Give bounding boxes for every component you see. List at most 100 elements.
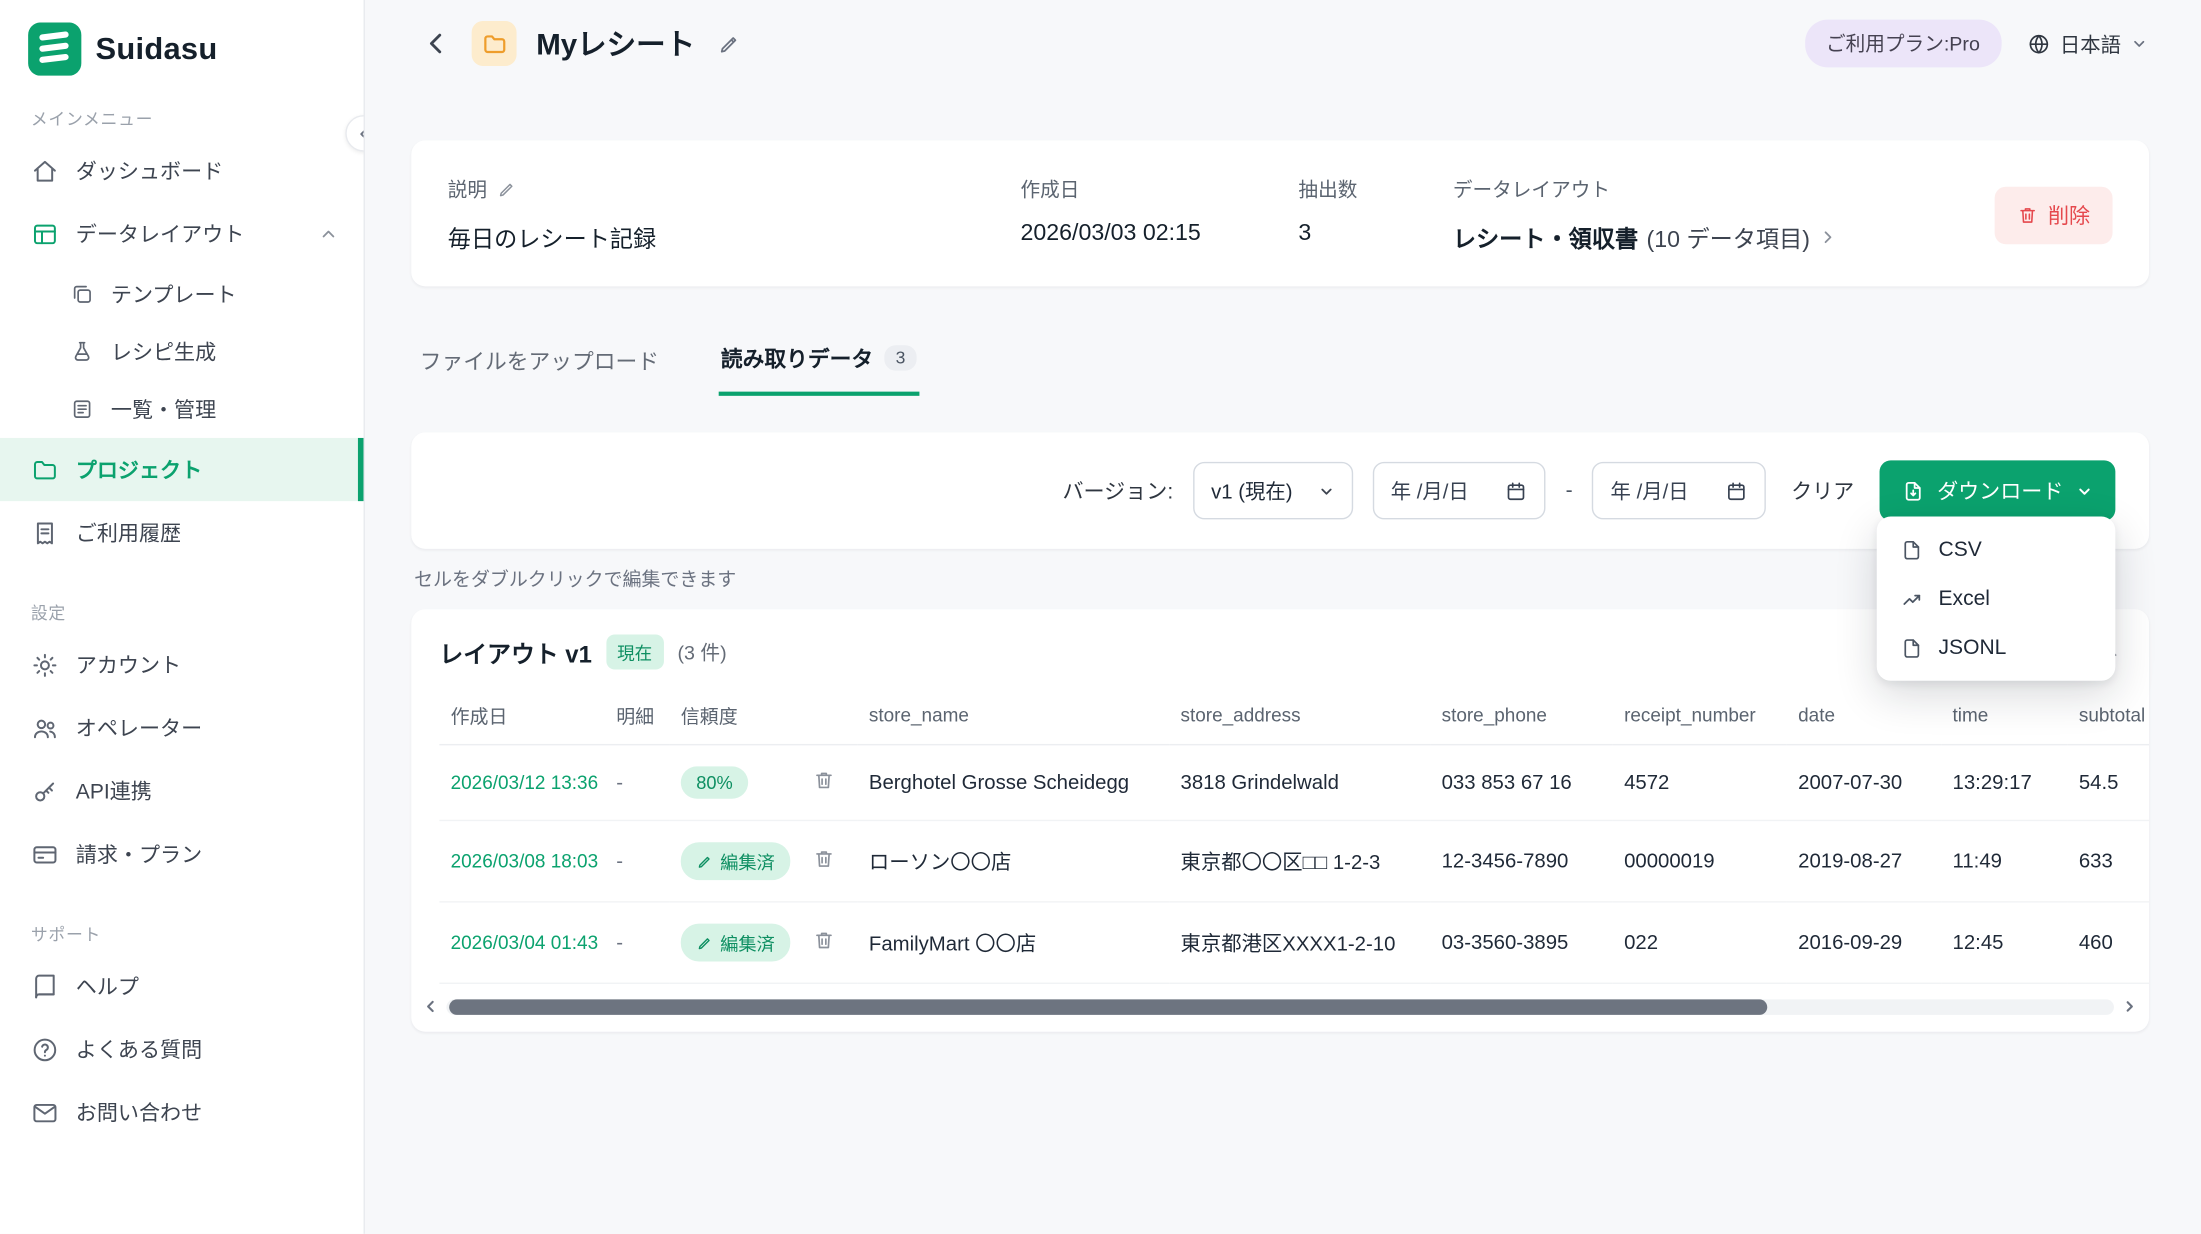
date-from-placeholder: 年 /月/日 <box>1391 476 1469 505</box>
sidebar-item-template[interactable]: テンプレート <box>0 265 364 323</box>
cell-store-phone[interactable]: 12-3456-7890 <box>1430 820 1612 901</box>
sidebar-item-account[interactable]: アカウント <box>0 633 364 696</box>
download-menu-item-jsonl[interactable]: JSONL <box>1885 623 2107 672</box>
sidebar-item-data-layout[interactable]: データレイアウト <box>0 202 364 265</box>
col-actions <box>802 688 858 745</box>
sidebar-item-label: ダッシュボード <box>76 156 223 185</box>
layout-link[interactable]: レシート・領収書 (10 データ項目) <box>1453 220 1995 254</box>
file-icon <box>1901 637 1923 659</box>
scroll-right-icon[interactable] <box>2121 998 2138 1015</box>
edited-badge: 編集済 <box>681 924 791 962</box>
trash-icon[interactable] <box>813 769 835 791</box>
cell-subtotal[interactable]: 460 <box>2068 902 2149 983</box>
description-label: 説明 <box>448 175 487 203</box>
cell-time[interactable]: 11:49 <box>1941 820 2067 901</box>
sidebar-item-dashboard[interactable]: ダッシュボード <box>0 139 364 202</box>
cell-store-phone[interactable]: 033 853 67 16 <box>1430 745 1612 821</box>
cell-time[interactable]: 13:29:17 <box>1941 745 2067 821</box>
cell-created[interactable]: 2026/03/08 18:03 <box>439 820 605 901</box>
date-from-input[interactable]: 年 /月/日 <box>1373 462 1546 520</box>
plan-badge: ご利用プラン:Pro <box>1805 20 2001 68</box>
chevron-down-icon <box>2131 35 2148 52</box>
cell-detail[interactable]: - <box>605 745 670 821</box>
globe-icon <box>2026 32 2050 56</box>
download-menu-item-excel[interactable]: Excel <box>1885 574 2107 623</box>
sidebar-item-label: 一覧・管理 <box>111 394 216 423</box>
language-selector[interactable]: 日本語 <box>2026 29 2147 58</box>
edit-title-icon[interactable] <box>718 32 742 56</box>
sidebar-section-settings: 設定 <box>0 590 364 634</box>
layout-value: レシート・領収書 <box>1453 220 1638 254</box>
sidebar-item-label: オペレーター <box>76 713 202 742</box>
cell-actions <box>802 820 858 901</box>
language-label: 日本語 <box>2060 29 2121 58</box>
sidebar-item-help[interactable]: ヘルプ <box>0 955 364 1018</box>
clear-filter-button[interactable]: クリア <box>1785 467 1859 513</box>
cell-store-name[interactable]: FamilyMart 〇〇店 <box>858 902 1170 983</box>
cell-detail[interactable]: - <box>605 902 670 983</box>
account-icon <box>31 651 59 679</box>
back-button[interactable] <box>421 28 452 59</box>
cell-store-phone[interactable]: 03-3560-3895 <box>1430 902 1612 983</box>
cell-created[interactable]: 2026/03/12 13:36 <box>439 745 605 821</box>
download-button[interactable]: ダウンロード <box>1880 460 2116 520</box>
extract-count-label: 抽出数 <box>1298 175 1357 203</box>
cell-receipt-number[interactable]: 00000019 <box>1613 820 1787 901</box>
cell-time[interactable]: 12:45 <box>1941 902 2067 983</box>
project-info-card: 説明 毎日のレシート記録 作成日 2026/03/03 02:15 抽出数 3 <box>411 140 2149 286</box>
sidebar-item-recipe[interactable]: レシピ生成 <box>0 323 364 381</box>
download-label: ダウンロード <box>1937 476 2063 505</box>
sidebar: Suidasu メインメニュー ダッシュボード データレイアウト <box>0 0 365 1234</box>
scrollbar-thumb[interactable] <box>449 999 1766 1014</box>
calendar-icon <box>1505 479 1527 501</box>
brand[interactable]: Suidasu <box>0 0 364 95</box>
billing-icon <box>31 840 59 868</box>
cell-detail[interactable]: - <box>605 820 670 901</box>
confidence-label: 編集済 <box>720 929 775 956</box>
version-select[interactable]: v1 (現在) <box>1193 462 1353 520</box>
col-receipt-number: receipt_number <box>1613 688 1787 745</box>
cell-store-name[interactable]: ローソン〇〇店 <box>858 820 1170 901</box>
cell-created[interactable]: 2026/03/04 01:43 <box>439 902 605 983</box>
edited-badge: 編集済 <box>681 842 791 880</box>
edit-description-icon[interactable] <box>497 180 517 200</box>
layout-label: データレイアウト <box>1453 175 1610 203</box>
tab-read-data[interactable]: 読み取りデータ 3 <box>718 334 919 396</box>
cell-store-address[interactable]: 3818 Grindelwald <box>1169 745 1430 821</box>
cell-store-address[interactable]: 東京都港区XXXX1-2-10 <box>1169 902 1430 983</box>
scroll-left-icon[interactable] <box>423 998 440 1015</box>
scrollbar-track[interactable] <box>446 999 2114 1014</box>
trash-icon[interactable] <box>813 847 835 869</box>
sidebar-section-support: サポート <box>0 911 364 955</box>
version-label: バージョン: <box>1062 476 1173 505</box>
data-table: 作成日 明細 信頼度 store_name store_address stor… <box>439 688 2149 984</box>
delete-project-button[interactable]: 削除 <box>1995 186 2113 244</box>
sidebar-item-list-manage[interactable]: 一覧・管理 <box>0 380 364 438</box>
sidebar-item-faq[interactable]: よくある質問 <box>0 1018 364 1081</box>
cell-store-address[interactable]: 東京都〇〇区□□ 1-2-3 <box>1169 820 1430 901</box>
extract-count-field: 抽出数 3 <box>1298 175 1452 247</box>
sidebar-item-operator[interactable]: オペレーター <box>0 696 364 759</box>
cell-subtotal[interactable]: 54.5 <box>2068 745 2149 821</box>
sidebar-item-contact[interactable]: お問い合わせ <box>0 1081 364 1144</box>
cell-subtotal[interactable]: 633 <box>2068 820 2149 901</box>
chevron-right-icon <box>1818 227 1838 247</box>
cell-date[interactable]: 2019-08-27 <box>1787 820 1941 901</box>
sidebar-item-api[interactable]: API連携 <box>0 759 364 822</box>
sidebar-item-usage-history[interactable]: ご利用履歴 <box>0 501 364 564</box>
created-value: 2026/03/03 02:15 <box>1020 220 1298 247</box>
table-row: 2026/03/12 13:36 - 80% <box>439 745 2149 821</box>
cell-receipt-number[interactable]: 4572 <box>1613 745 1787 821</box>
cell-store-name[interactable]: Berghotel Grosse Scheidegg <box>858 745 1170 821</box>
download-menu-item-csv[interactable]: CSV <box>1885 525 2107 574</box>
sidebar-item-billing[interactable]: 請求・プラン <box>0 823 364 886</box>
trash-icon[interactable] <box>813 929 835 951</box>
tab-upload-files[interactable]: ファイルをアップロード <box>417 334 662 396</box>
cell-actions <box>802 902 858 983</box>
date-to-input[interactable]: 年 /月/日 <box>1592 462 1765 520</box>
trash-icon <box>2017 204 2038 225</box>
cell-date[interactable]: 2007-07-30 <box>1787 745 1941 821</box>
sidebar-item-project[interactable]: プロジェクト <box>0 438 364 501</box>
cell-date[interactable]: 2016-09-29 <box>1787 902 1941 983</box>
cell-receipt-number[interactable]: 022 <box>1613 902 1787 983</box>
